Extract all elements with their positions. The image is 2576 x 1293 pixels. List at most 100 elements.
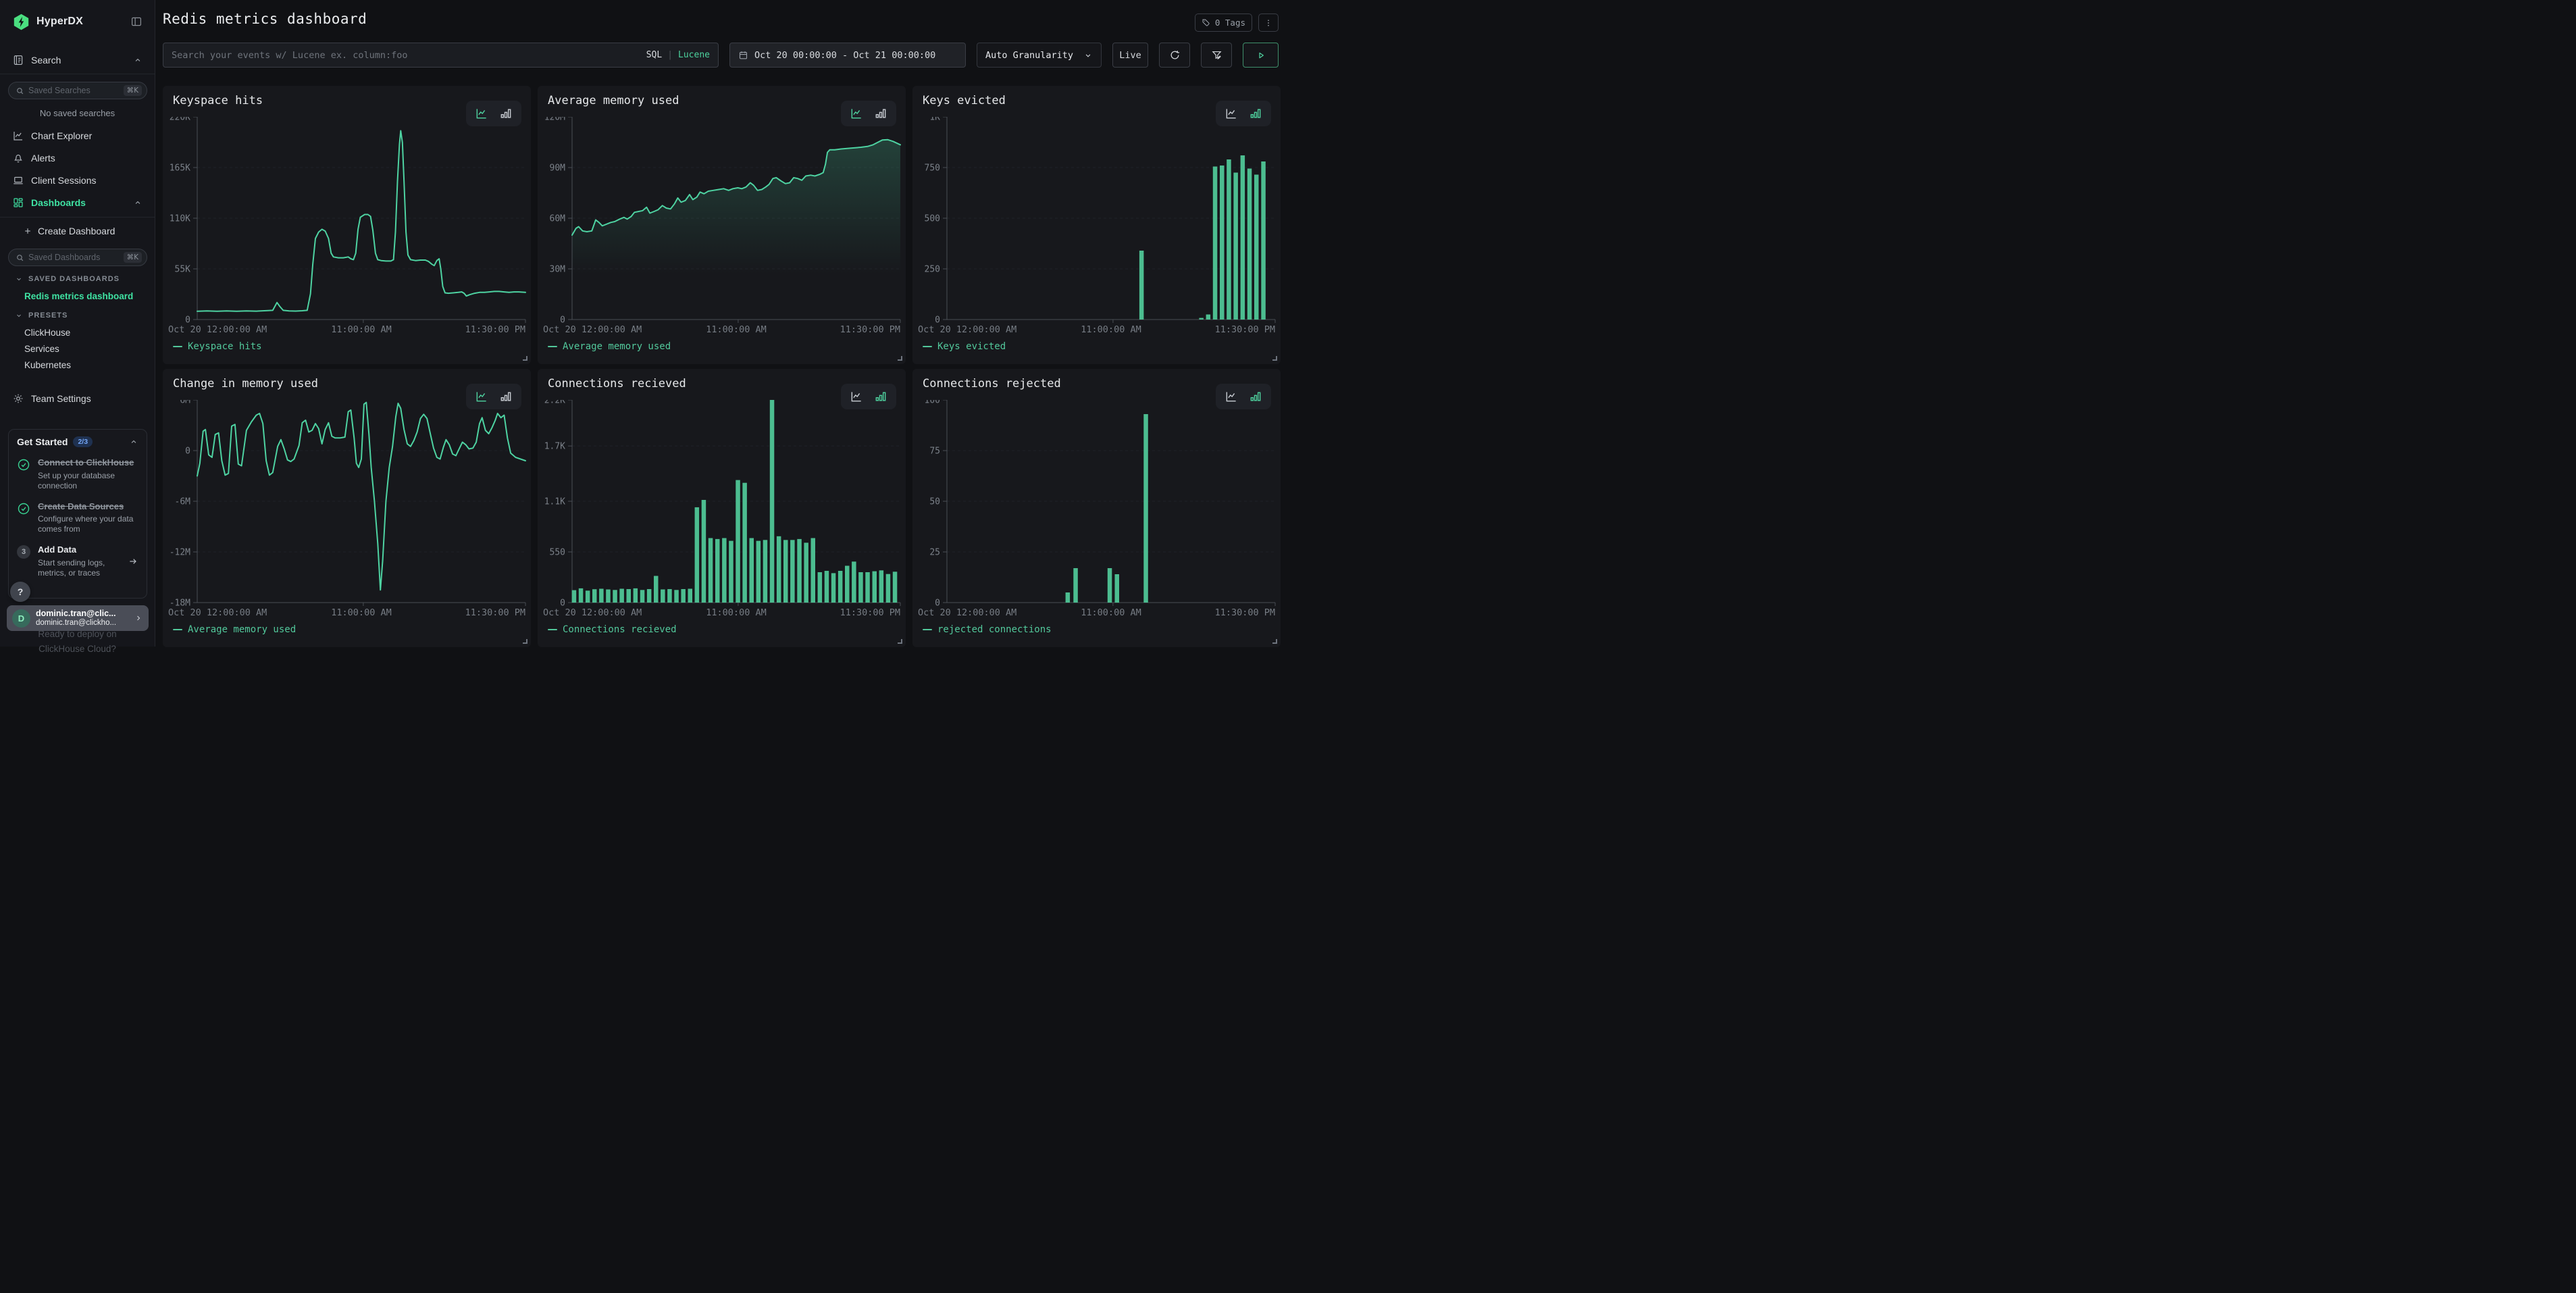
arrow-right-icon[interactable] bbox=[128, 544, 138, 578]
toggle-separator: | bbox=[667, 50, 673, 60]
chart-legend[interactable]: Keyspace hits bbox=[173, 341, 262, 352]
svg-text:550: 550 bbox=[550, 548, 565, 558]
run-query-button[interactable] bbox=[1243, 43, 1279, 68]
saved-dashboards-box[interactable]: ⌘K bbox=[8, 249, 147, 266]
sidebar-item-team-settings[interactable]: Team Settings bbox=[0, 389, 155, 408]
filter-button[interactable] bbox=[1201, 43, 1232, 68]
time-range-value: Oct 20 00:00:00 - Oct 21 00:00:00 bbox=[754, 50, 935, 61]
main-content: Redis metrics dashboard 0 Tags SQL | Luc… bbox=[155, 0, 1288, 646]
svg-text:0: 0 bbox=[560, 315, 565, 324]
create-dashboard-button[interactable]: Create Dashboard bbox=[0, 222, 155, 240]
presets-section-header[interactable]: PRESETS bbox=[15, 311, 68, 320]
dots-vertical-icon bbox=[1264, 18, 1273, 28]
sidebar-item-preset-services[interactable]: Services bbox=[24, 344, 59, 354]
sidebar: HyperDX Search ⌘K No saved searches Char… bbox=[0, 0, 155, 646]
legend-swatch bbox=[923, 346, 932, 347]
chart-plot[interactable]: 0 30M 60M 90M 120M bbox=[543, 117, 906, 324]
resize-handle[interactable] bbox=[523, 639, 527, 644]
svg-text:250: 250 bbox=[925, 265, 940, 275]
sidebar-item-alerts[interactable]: Alerts bbox=[0, 149, 155, 168]
sidebar-item-redis-dashboard[interactable]: Redis metrics dashboard bbox=[24, 291, 133, 301]
chart-legend[interactable]: Average memory used bbox=[548, 341, 671, 352]
logo-row: HyperDX bbox=[0, 0, 155, 43]
tag-icon bbox=[1202, 18, 1211, 28]
help-button[interactable]: ? bbox=[10, 582, 30, 602]
app-title: HyperDX bbox=[36, 16, 130, 28]
chart-legend[interactable]: Keys evicted bbox=[923, 341, 1006, 352]
sidebar-item-client-sessions[interactable]: Client Sessions bbox=[0, 171, 155, 190]
chevron-down-icon bbox=[1083, 51, 1093, 60]
line-chart-icon bbox=[12, 130, 24, 142]
chevron-up-icon[interactable] bbox=[129, 437, 138, 447]
chart-panel-avg-memory: Average memory used 030M60M90M120M Oct 2… bbox=[538, 86, 906, 364]
svg-text:60M: 60M bbox=[550, 214, 566, 224]
chevron-up-icon[interactable] bbox=[133, 198, 143, 207]
sidebar-item-dashboards[interactable]: Dashboards bbox=[0, 193, 155, 212]
search-icon bbox=[16, 86, 24, 95]
more-options-button[interactable] bbox=[1258, 14, 1279, 32]
resize-handle[interactable] bbox=[523, 356, 527, 361]
step-number-badge: 3 bbox=[17, 544, 30, 578]
get-started-item-add-data[interactable]: 3 Add Data Start sending logs, metrics, … bbox=[17, 544, 138, 578]
chart-plot[interactable]: 6M0-6M-12M-18M bbox=[168, 400, 531, 607]
search-journal-icon bbox=[12, 54, 24, 66]
event-search-box[interactable]: SQL | Lucene bbox=[163, 43, 719, 68]
granularity-select[interactable]: Auto Granularity bbox=[977, 43, 1102, 68]
chart-title: Connections recieved bbox=[548, 377, 686, 390]
chart-plot[interactable]: 0255075100 bbox=[918, 400, 1281, 607]
section-label: SAVED DASHBOARDS bbox=[28, 275, 120, 283]
x-axis-labels: Oct 20 12:00:00 AM 11:00:00 AM 11:30:00 … bbox=[168, 607, 525, 619]
tags-button[interactable]: 0 Tags bbox=[1195, 14, 1252, 32]
section-label: PRESETS bbox=[28, 311, 68, 320]
sql-toggle[interactable]: SQL bbox=[646, 50, 662, 60]
get-started-item-sources[interactable]: Create Data Sources Configure where your… bbox=[17, 501, 138, 535]
user-menu[interactable]: D dominic.tran@clic... dominic.tran@clic… bbox=[7, 605, 149, 631]
saved-searches-box[interactable]: ⌘K bbox=[8, 82, 147, 99]
event-search-input[interactable] bbox=[172, 50, 646, 61]
chart-plot[interactable]: 055K110K165K220K bbox=[168, 117, 531, 324]
sidebar-item-preset-kubernetes[interactable]: Kubernetes bbox=[24, 360, 71, 370]
svg-text:110K: 110K bbox=[170, 214, 190, 224]
search-icon bbox=[16, 253, 24, 262]
refresh-button[interactable] bbox=[1159, 43, 1190, 68]
sidebar-item-chart-explorer[interactable]: Chart Explorer bbox=[0, 126, 155, 145]
svg-text:90M: 90M bbox=[550, 163, 566, 174]
svg-text:30M: 30M bbox=[550, 265, 566, 275]
svg-text:55K: 55K bbox=[175, 265, 191, 275]
svg-text:1.7K: 1.7K bbox=[544, 442, 565, 452]
chart-legend[interactable]: Average memory used bbox=[173, 624, 296, 635]
lucene-toggle[interactable]: Lucene bbox=[678, 50, 710, 60]
legend-swatch bbox=[548, 629, 557, 630]
svg-text:-18M: -18M bbox=[170, 599, 190, 607]
saved-dashboards-input[interactable] bbox=[28, 253, 124, 262]
svg-text:120M: 120M bbox=[544, 117, 565, 123]
saved-searches-input[interactable] bbox=[28, 86, 124, 95]
sidebar-item-preset-clickhouse[interactable]: ClickHouse bbox=[24, 328, 70, 338]
x-axis-labels: Oct 20 12:00:00 AM 11:00:00 AM 11:30:00 … bbox=[918, 324, 1275, 336]
resize-handle[interactable] bbox=[1272, 356, 1277, 361]
legend-swatch bbox=[173, 629, 182, 630]
chart-plot[interactable]: 05501.1K1.7K2.2K bbox=[543, 400, 906, 607]
collapse-sidebar-icon[interactable] bbox=[130, 16, 143, 28]
chart-legend[interactable]: rejected connections bbox=[923, 624, 1052, 635]
svg-text:0: 0 bbox=[560, 599, 565, 607]
get-started-item-connect[interactable]: Connect to ClickHouse Set up your databa… bbox=[17, 457, 138, 491]
sidebar-item-label: Team Settings bbox=[31, 393, 143, 404]
chevron-up-icon[interactable] bbox=[133, 55, 143, 65]
resize-handle[interactable] bbox=[1272, 639, 1277, 644]
svg-text:0: 0 bbox=[935, 599, 940, 607]
chart-legend[interactable]: Connections recieved bbox=[548, 624, 677, 635]
time-range-picker[interactable]: Oct 20 00:00:00 - Oct 21 00:00:00 bbox=[729, 43, 966, 68]
svg-text:220K: 220K bbox=[170, 117, 190, 123]
chart-plot[interactable]: 02505007501K bbox=[918, 117, 1281, 324]
avatar: D bbox=[12, 609, 30, 628]
saved-dashboards-section-header[interactable]: SAVED DASHBOARDS bbox=[15, 275, 120, 283]
sidebar-item-search[interactable]: Search bbox=[0, 51, 155, 70]
granularity-value: Auto Granularity bbox=[985, 50, 1073, 61]
filter-edit-icon bbox=[1211, 49, 1222, 61]
live-button[interactable]: Live bbox=[1112, 43, 1148, 68]
get-started-title: Get Started bbox=[17, 436, 68, 447]
resize-handle[interactable] bbox=[898, 639, 902, 644]
svg-text:2.2K: 2.2K bbox=[544, 400, 565, 406]
resize-handle[interactable] bbox=[898, 356, 902, 361]
